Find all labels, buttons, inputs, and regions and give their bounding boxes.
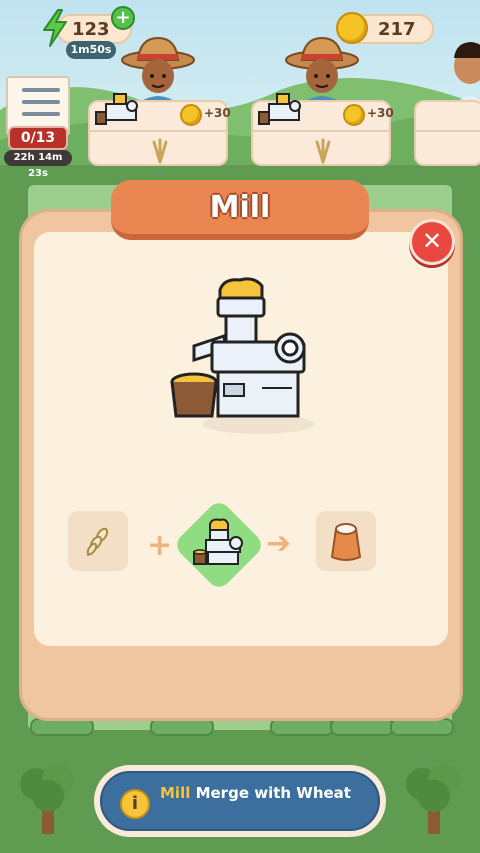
tree-decoration: [20, 764, 74, 834]
mill-icon: [258, 93, 301, 125]
mill-icon: [170, 277, 314, 434]
recipe-output-flour: [316, 511, 376, 571]
hint-message: Merge with Wheat: [190, 784, 351, 802]
building-info-modal: [19, 209, 463, 721]
coin-icon: [180, 104, 202, 126]
hint-panel: i Mill Merge with Wheat: [100, 771, 380, 831]
wheat-icon: [315, 138, 331, 164]
reward-label: +30: [204, 106, 231, 120]
plus-icon: +: [147, 528, 173, 563]
energy-timer: 1m50s: [66, 41, 116, 59]
mill-icon: [95, 93, 138, 125]
hint-banner[interactable]: i Mill Merge with Wheat: [94, 765, 386, 837]
tree-decoration: [406, 764, 460, 834]
close-icon: ✕: [421, 227, 443, 255]
mill-icon: [193, 518, 243, 565]
modal-title: Mill: [209, 189, 271, 225]
coin-value: 217: [378, 18, 416, 40]
arrow-icon: ➔: [266, 526, 292, 561]
customer-order-card[interactable]: +30: [88, 93, 231, 166]
hint-text: Mill Merge with Wheat: [160, 783, 370, 803]
quest-timer: 22h 14m 23s: [4, 150, 72, 179]
customer-order-card[interactable]: [414, 100, 480, 166]
customer-order-card[interactable]: +30: [251, 93, 394, 166]
modal-content: [34, 232, 448, 646]
quest-progress: 0/13: [8, 126, 68, 150]
energy-value: 123: [72, 18, 110, 40]
close-button[interactable]: ✕: [409, 219, 455, 265]
add-energy-button[interactable]: +: [111, 6, 135, 30]
wheat-icon: [86, 527, 109, 556]
modal-title-banner: Mill: [111, 180, 369, 240]
hint-keyword: Mill: [160, 784, 191, 802]
info-icon: i: [120, 789, 150, 819]
plus-icon: +: [115, 7, 131, 28]
coin-icon: [343, 104, 365, 126]
flour-sack-icon: [330, 523, 362, 561]
lightning-icon: [43, 9, 67, 47]
recipe-input-wheat: [68, 511, 128, 571]
hills-background: [0, 78, 480, 180]
wheat-icon: [152, 138, 168, 164]
reward-label: +30: [367, 106, 394, 120]
